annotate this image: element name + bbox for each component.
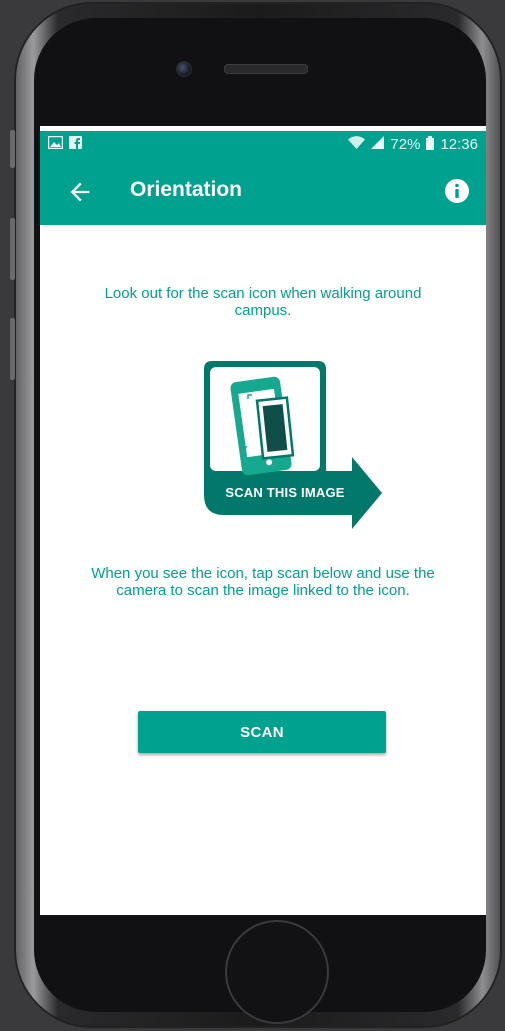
battery-percent: 72% (390, 136, 421, 153)
back-arrow-icon[interactable] (66, 178, 94, 206)
mute-switch (10, 130, 15, 168)
page-title: Orientation (130, 178, 243, 201)
wifi-icon (348, 136, 366, 153)
earpiece-speaker (224, 64, 308, 74)
status-bar: 72% 12:36 (40, 126, 486, 158)
scan-image-label: SCAN THIS IMAGE (225, 485, 345, 500)
image-notification-icon (47, 135, 64, 153)
battery-icon (426, 135, 435, 154)
scan-this-image-graphic: SCAN THIS IMAGE (196, 359, 386, 529)
app-screen: 72% 12:36 Orientation Look out for the s… (40, 126, 486, 915)
facebook-notification-icon (69, 136, 82, 153)
status-left (47, 135, 82, 153)
volume-up-button (10, 218, 15, 280)
volume-down-button (10, 318, 15, 380)
signal-icon (371, 136, 385, 153)
intro-text: Look out for the scan icon when walking … (104, 285, 422, 319)
app-bar: Orientation (40, 158, 486, 225)
main-content: Look out for the scan icon when walking … (40, 225, 486, 915)
home-button[interactable] (225, 920, 329, 1024)
front-camera (176, 61, 192, 77)
status-right: 72% 12:36 (348, 135, 478, 154)
clock: 12:36 (440, 136, 478, 153)
instruction-text: When you see the icon, tap scan below an… (91, 565, 435, 599)
info-icon[interactable] (444, 178, 470, 204)
scan-button[interactable]: SCAN (138, 711, 386, 753)
